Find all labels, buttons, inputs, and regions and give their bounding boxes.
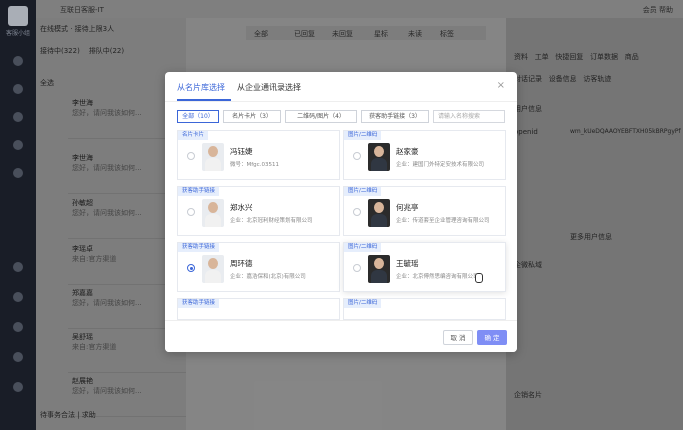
- card-grid: 名片卡片 冯钰婕 微号：Mfgc.03511 图片/二维码 赵家豪 企业：建国门…: [165, 130, 517, 320]
- avatar: [202, 143, 224, 171]
- tab-card-library[interactable]: 从名片库选择: [177, 82, 225, 93]
- card-item[interactable]: 名片卡片 冯钰婕 微号：Mfgc.03511: [177, 130, 340, 180]
- card-search-input[interactable]: 请输入名称搜索: [433, 110, 505, 123]
- card-name: 何兆亭: [396, 203, 419, 212]
- modal-footer: 取 消 确 定: [165, 320, 517, 352]
- filter-name-card[interactable]: 名片卡片（3）: [223, 110, 281, 123]
- avatar: [368, 255, 390, 283]
- card-item[interactable]: 图片/二维码 赵家豪 企业：建国门外特定安技术有限公司: [343, 130, 506, 180]
- card-company: 企业：嘉浩保和(北京)有限公司: [230, 274, 306, 280]
- modal-header: 从名片库选择 从企业通讯录选择 ×: [165, 72, 517, 102]
- active-tab-indicator: [177, 99, 231, 101]
- card-company: 企业：北京傅然思编咨询有限公司: [396, 274, 479, 280]
- avatar: [368, 199, 390, 227]
- card-type-tag: 图片/二维码: [344, 187, 382, 196]
- cancel-button[interactable]: 取 消: [443, 330, 473, 345]
- card-type-tag: 获客助手链接: [178, 187, 220, 196]
- card-company: 企业：北京冠利财经策划有限公司: [230, 218, 313, 224]
- avatar: [202, 255, 224, 283]
- close-icon[interactable]: ×: [497, 80, 505, 91]
- card-type-tag: 名片卡片: [178, 131, 209, 140]
- card-radio[interactable]: [187, 208, 195, 216]
- confirm-button[interactable]: 确 定: [477, 330, 507, 345]
- card-radio[interactable]: [353, 264, 361, 272]
- card-name: 王毓瑶: [396, 259, 419, 268]
- card-name: 周环德: [230, 259, 253, 268]
- card-radio-selected[interactable]: [187, 264, 195, 272]
- card-item[interactable]: 图片/二维码: [343, 298, 506, 320]
- filter-all[interactable]: 全部（10）: [177, 110, 219, 123]
- filter-acquisition-link[interactable]: 获客助手链接（3）: [361, 110, 429, 123]
- card-item[interactable]: 获客助手链接 周环德 企业：嘉浩保和(北京)有限公司: [177, 242, 340, 292]
- filter-qr-image[interactable]: 二维码/图片（4）: [285, 110, 357, 123]
- card-company: 企业：建国门外特定安技术有限公司: [396, 162, 485, 168]
- card-name: 赵家豪: [396, 147, 419, 156]
- select-card-modal: 从名片库选择 从企业通讯录选择 × 全部（10） 名片卡片（3） 二维码/图片（…: [165, 72, 517, 352]
- card-type-tag: 图片/二维码: [344, 299, 382, 308]
- card-item[interactable]: 获客助手链接: [177, 298, 340, 320]
- card-type-tag: 图片/二维码: [344, 243, 382, 252]
- card-type-tag: 获客助手链接: [178, 299, 220, 308]
- card-radio[interactable]: [187, 152, 195, 160]
- card-type-tag: 图片/二维码: [344, 131, 382, 140]
- card-item[interactable]: 图片/二维码 王毓瑶 企业：北京傅然思编咨询有限公司: [343, 242, 506, 292]
- card-type-tag: 获客助手链接: [178, 243, 220, 252]
- card-company: 企业：传道套至企业管理咨询有限公司: [396, 218, 490, 224]
- avatar: [368, 143, 390, 171]
- card-name: 郑水兴: [230, 203, 253, 212]
- card-radio[interactable]: [353, 152, 361, 160]
- card-company: 微号：Mfgc.03511: [230, 162, 279, 168]
- card-name: 冯钰婕: [230, 147, 253, 156]
- card-item[interactable]: 获客助手链接 郑水兴 企业：北京冠利财经策划有限公司: [177, 186, 340, 236]
- avatar: [202, 199, 224, 227]
- card-radio[interactable]: [353, 208, 361, 216]
- tab-enterprise-contacts[interactable]: 从企业通讯录选择: [237, 82, 301, 93]
- card-item[interactable]: 图片/二维码 何兆亭 企业：传道套至企业管理咨询有限公司: [343, 186, 506, 236]
- mouse-cursor-icon: [475, 273, 483, 283]
